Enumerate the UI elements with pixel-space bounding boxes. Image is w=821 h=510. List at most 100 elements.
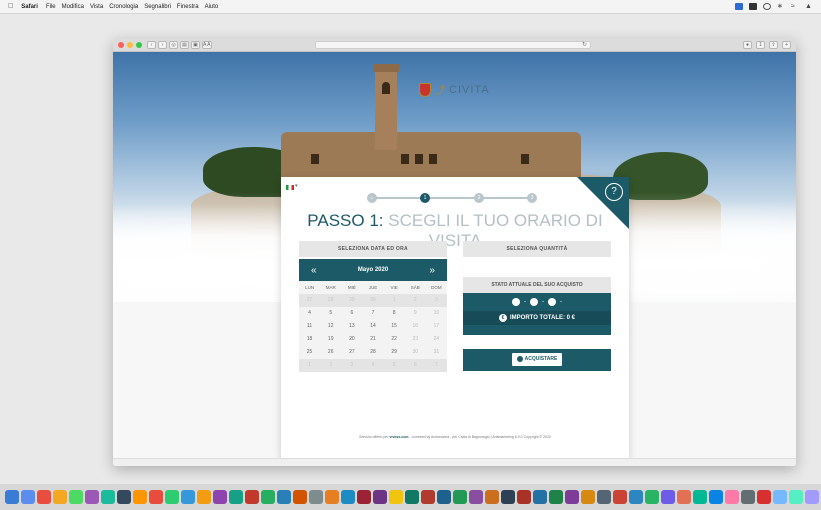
menu-app-name[interactable]: Safari bbox=[21, 4, 38, 10]
dock-app-icon[interactable] bbox=[149, 490, 163, 504]
dock-app-icon[interactable] bbox=[197, 490, 211, 504]
forward-button[interactable]: › bbox=[158, 40, 167, 49]
menu-file[interactable]: File bbox=[46, 4, 56, 10]
dock-app-icon[interactable] bbox=[341, 490, 355, 504]
language-flag-icon[interactable] bbox=[286, 185, 294, 190]
dock-app-icon[interactable] bbox=[325, 490, 339, 504]
calendar-day[interactable]: 22 bbox=[384, 333, 405, 346]
dock-app-icon[interactable] bbox=[213, 490, 227, 504]
dock-app-icon[interactable] bbox=[277, 490, 291, 504]
calendar-day[interactable]: 20 bbox=[341, 333, 362, 346]
dock-app-icon[interactable] bbox=[245, 490, 259, 504]
calendar-day[interactable]: 21 bbox=[362, 333, 383, 346]
menu-edit[interactable]: Modifica bbox=[62, 4, 84, 10]
calendar-day[interactable]: 24 bbox=[426, 333, 447, 346]
menu-view[interactable]: Vista bbox=[90, 4, 103, 10]
calendar-day[interactable]: 23 bbox=[405, 333, 426, 346]
calendar-day[interactable]: 10 bbox=[426, 307, 447, 320]
dock-app-icon[interactable] bbox=[645, 490, 659, 504]
share-icon[interactable]: ⇧ bbox=[769, 41, 778, 49]
menu-bookmarks[interactable]: Segnalibri bbox=[144, 4, 171, 10]
help-button[interactable]: ? bbox=[605, 183, 623, 201]
dock-app-icon[interactable] bbox=[421, 490, 435, 504]
minimize-window-button[interactable] bbox=[127, 41, 133, 48]
zoom-window-button[interactable] bbox=[136, 41, 142, 48]
reload-icon[interactable]: ↻ bbox=[582, 41, 587, 48]
calendar-day[interactable]: 12 bbox=[320, 320, 341, 333]
calendar-day[interactable]: 15 bbox=[384, 320, 405, 333]
downloads-icon[interactable]: ↧ bbox=[756, 41, 765, 49]
calendar-day[interactable]: 8 bbox=[384, 307, 405, 320]
calendar-day[interactable]: 11 bbox=[299, 320, 320, 333]
dock-app-icon[interactable] bbox=[229, 490, 243, 504]
dock-app-icon[interactable] bbox=[469, 490, 483, 504]
dock-app-icon[interactable] bbox=[533, 490, 547, 504]
step-1[interactable]: 1 bbox=[420, 193, 430, 203]
calendar-day[interactable]: 28 bbox=[362, 346, 383, 359]
dock-app-icon[interactable] bbox=[725, 490, 739, 504]
dock-app-icon[interactable] bbox=[613, 490, 627, 504]
calendar-day[interactable]: 25 bbox=[299, 346, 320, 359]
calendar-day[interactable]: 9 bbox=[405, 307, 426, 320]
close-window-button[interactable] bbox=[118, 41, 124, 48]
calendar-day[interactable]: 14 bbox=[362, 320, 383, 333]
dock-app-icon[interactable] bbox=[741, 490, 755, 504]
menu-help[interactable]: Aiuto bbox=[205, 4, 219, 10]
dock-app-icon[interactable] bbox=[389, 490, 403, 504]
next-month-button[interactable]: » bbox=[429, 265, 435, 276]
dock-app-icon[interactable] bbox=[661, 490, 675, 504]
calendar-day[interactable]: 7 bbox=[362, 307, 383, 320]
dock-app-icon[interactable] bbox=[757, 490, 771, 504]
dropbox-icon[interactable] bbox=[749, 3, 757, 10]
menu-extra-icon[interactable] bbox=[735, 3, 743, 10]
calendar-day[interactable]: 5 bbox=[320, 307, 341, 320]
extension-icon[interactable]: ● bbox=[743, 41, 752, 49]
address-bar[interactable]: ↻ bbox=[315, 41, 591, 49]
calendar-day[interactable]: 17 bbox=[426, 320, 447, 333]
calendar-day[interactable]: 13 bbox=[341, 320, 362, 333]
back-button[interactable]: ‹ bbox=[147, 40, 156, 49]
battery-icon[interactable]: ▲ bbox=[805, 3, 813, 10]
dock-app-icon[interactable] bbox=[789, 490, 803, 504]
calendar-day[interactable]: 4 bbox=[299, 307, 320, 320]
reader-size-button[interactable]: A A bbox=[202, 40, 212, 49]
dock-app-icon[interactable] bbox=[709, 490, 723, 504]
footer-link[interactable]: vivoss.com bbox=[389, 435, 408, 439]
step-2[interactable]: 2 bbox=[474, 193, 484, 203]
buy-button[interactable]: ACQUISTARE bbox=[512, 353, 562, 366]
sidebar-icon[interactable]: ▤ bbox=[180, 40, 189, 49]
dock-app-icon[interactable] bbox=[261, 490, 275, 504]
dock-app-icon[interactable] bbox=[485, 490, 499, 504]
tabs-overview-icon[interactable]: ▣ bbox=[191, 40, 200, 49]
calendar-day[interactable]: 19 bbox=[320, 333, 341, 346]
chevron-down-icon[interactable]: ▾ bbox=[295, 183, 298, 189]
dock-app-icon[interactable] bbox=[133, 490, 147, 504]
dock-app-icon[interactable] bbox=[293, 490, 307, 504]
calendar-day[interactable]: 31 bbox=[426, 346, 447, 359]
dock-app-icon[interactable] bbox=[565, 490, 579, 504]
wifi-icon[interactable]: ≈ bbox=[791, 3, 799, 10]
calendar-day[interactable]: 6 bbox=[341, 307, 362, 320]
home-step-icon[interactable]: ⌂ bbox=[367, 193, 377, 203]
menu-window[interactable]: Finestra bbox=[177, 4, 199, 10]
calendar-day[interactable]: 26 bbox=[320, 346, 341, 359]
dock-app-icon[interactable] bbox=[101, 490, 115, 504]
shield-icon[interactable]: ◎ bbox=[169, 40, 178, 49]
dock-app-icon[interactable] bbox=[21, 490, 35, 504]
dock-app-icon[interactable] bbox=[773, 490, 787, 504]
calendar-day[interactable]: 16 bbox=[405, 320, 426, 333]
dock-app-icon[interactable] bbox=[37, 490, 51, 504]
dock-app-icon[interactable] bbox=[69, 490, 83, 504]
bluetooth-icon[interactable]: ∗ bbox=[777, 3, 785, 10]
menu-history[interactable]: Cronologia bbox=[109, 4, 138, 10]
dock-app-icon[interactable] bbox=[693, 490, 707, 504]
apple-menu-icon[interactable]:  bbox=[8, 3, 13, 10]
dock-app-icon[interactable] bbox=[677, 490, 691, 504]
dock-app-icon[interactable] bbox=[453, 490, 467, 504]
calendar-day[interactable]: 18 bbox=[299, 333, 320, 346]
dock-app-icon[interactable] bbox=[805, 490, 819, 504]
dock-app-icon[interactable] bbox=[181, 490, 195, 504]
dock-app-icon[interactable] bbox=[549, 490, 563, 504]
dock-app-icon[interactable] bbox=[165, 490, 179, 504]
civita-logo[interactable]: ⤴ CIVITA bbox=[419, 82, 490, 97]
